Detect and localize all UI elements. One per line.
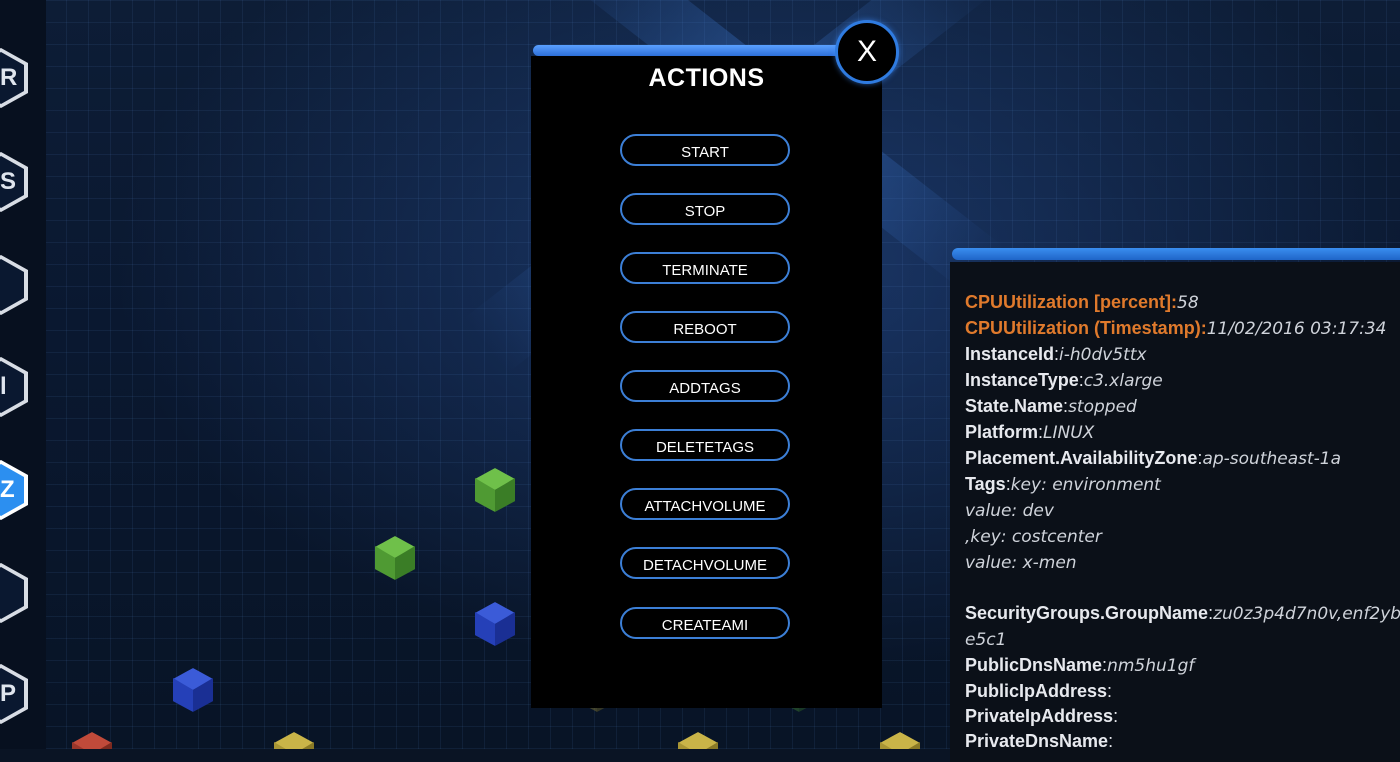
private-dns-key: PrivateDnsName xyxy=(965,731,1109,751)
private-ip-key: PrivateIpAddress xyxy=(965,706,1114,726)
state-key: State.Name xyxy=(965,396,1064,416)
state-value: stopped xyxy=(1068,397,1137,417)
hex-bars-icon[interactable]: l xyxy=(0,357,28,417)
hex-lock-icon[interactable] xyxy=(0,563,28,623)
tags-line: key: environment xyxy=(1010,475,1161,495)
public-dns-key: PublicDnsName xyxy=(965,655,1103,675)
tags-line: value: x-men xyxy=(965,553,1077,573)
tags-key: Tags xyxy=(965,474,1006,494)
instance-id-key: InstanceId xyxy=(965,344,1055,364)
sidebar-glyph: P xyxy=(0,680,17,707)
instance-type-key: InstanceType xyxy=(965,370,1079,390)
public-dns-value: nm5hu1gf xyxy=(1107,656,1195,676)
start-button[interactable]: START xyxy=(620,134,790,166)
security-groups-key: SecurityGroups.GroupName xyxy=(965,603,1209,623)
detachvolume-button[interactable]: DETACHVOLUME xyxy=(620,547,790,579)
instance-type-value: c3.xlarge xyxy=(1083,371,1163,391)
zone-value: ap-southeast-1a xyxy=(1202,449,1342,469)
createami-button[interactable]: CREATEAMI xyxy=(620,607,790,639)
sidebar-glyph: R xyxy=(0,64,18,91)
sidebar-glyph: l xyxy=(0,373,7,400)
hex-p-icon[interactable]: P xyxy=(0,664,28,724)
tags-line: value: dev xyxy=(965,501,1054,521)
sidebar-glyph: Z xyxy=(0,476,15,503)
cpu-timestamp-value: 11/02/2016 03:17:34 xyxy=(1206,319,1387,339)
hex-database-icon[interactable] xyxy=(0,255,28,315)
actions-modal: ACTIONS START STOP TERMINATE REBOOT ADDT… xyxy=(531,56,882,708)
reboot-button[interactable]: REBOOT xyxy=(620,311,790,343)
instance-id-value: i-h0dv5ttx xyxy=(1059,345,1147,365)
close-icon[interactable]: X xyxy=(835,20,899,84)
zone-key: Placement.AvailabilityZone xyxy=(965,448,1198,468)
details-header-bar xyxy=(952,248,1400,260)
platform-value: LINUX xyxy=(1043,423,1095,443)
actions-header-bar xyxy=(533,45,853,56)
public-ip-key: PublicIpAddress xyxy=(965,681,1108,701)
hex-s-icon[interactable]: S xyxy=(0,152,28,212)
terminate-button[interactable]: TERMINATE xyxy=(620,252,790,284)
attachvolume-button[interactable]: ATTACHVOLUME xyxy=(620,488,790,520)
sidebar: R S l Z P xyxy=(0,0,46,749)
cpu-percent-value: 58 xyxy=(1177,293,1199,313)
addtags-button[interactable]: ADDTAGS xyxy=(620,370,790,402)
sidebar-glyph: S xyxy=(0,168,17,195)
hex-r-icon[interactable]: R xyxy=(0,48,28,108)
cpu-timestamp-key: CPUUtilization (Timestamp) xyxy=(965,318,1201,338)
platform-key: Platform xyxy=(965,422,1039,442)
instance-details-panel: CPUUtilization [percent]:58 CPUUtilizati… xyxy=(950,262,1400,762)
tags-line: ,key: costcenter xyxy=(965,527,1102,547)
stop-button[interactable]: STOP xyxy=(620,193,790,225)
actions-title: ACTIONS xyxy=(648,64,765,92)
cpu-percent-key: CPUUtilization [percent] xyxy=(965,292,1172,312)
hex-active-icon[interactable]: Z xyxy=(0,460,28,520)
deletetags-button[interactable]: DELETETAGS xyxy=(620,429,790,461)
